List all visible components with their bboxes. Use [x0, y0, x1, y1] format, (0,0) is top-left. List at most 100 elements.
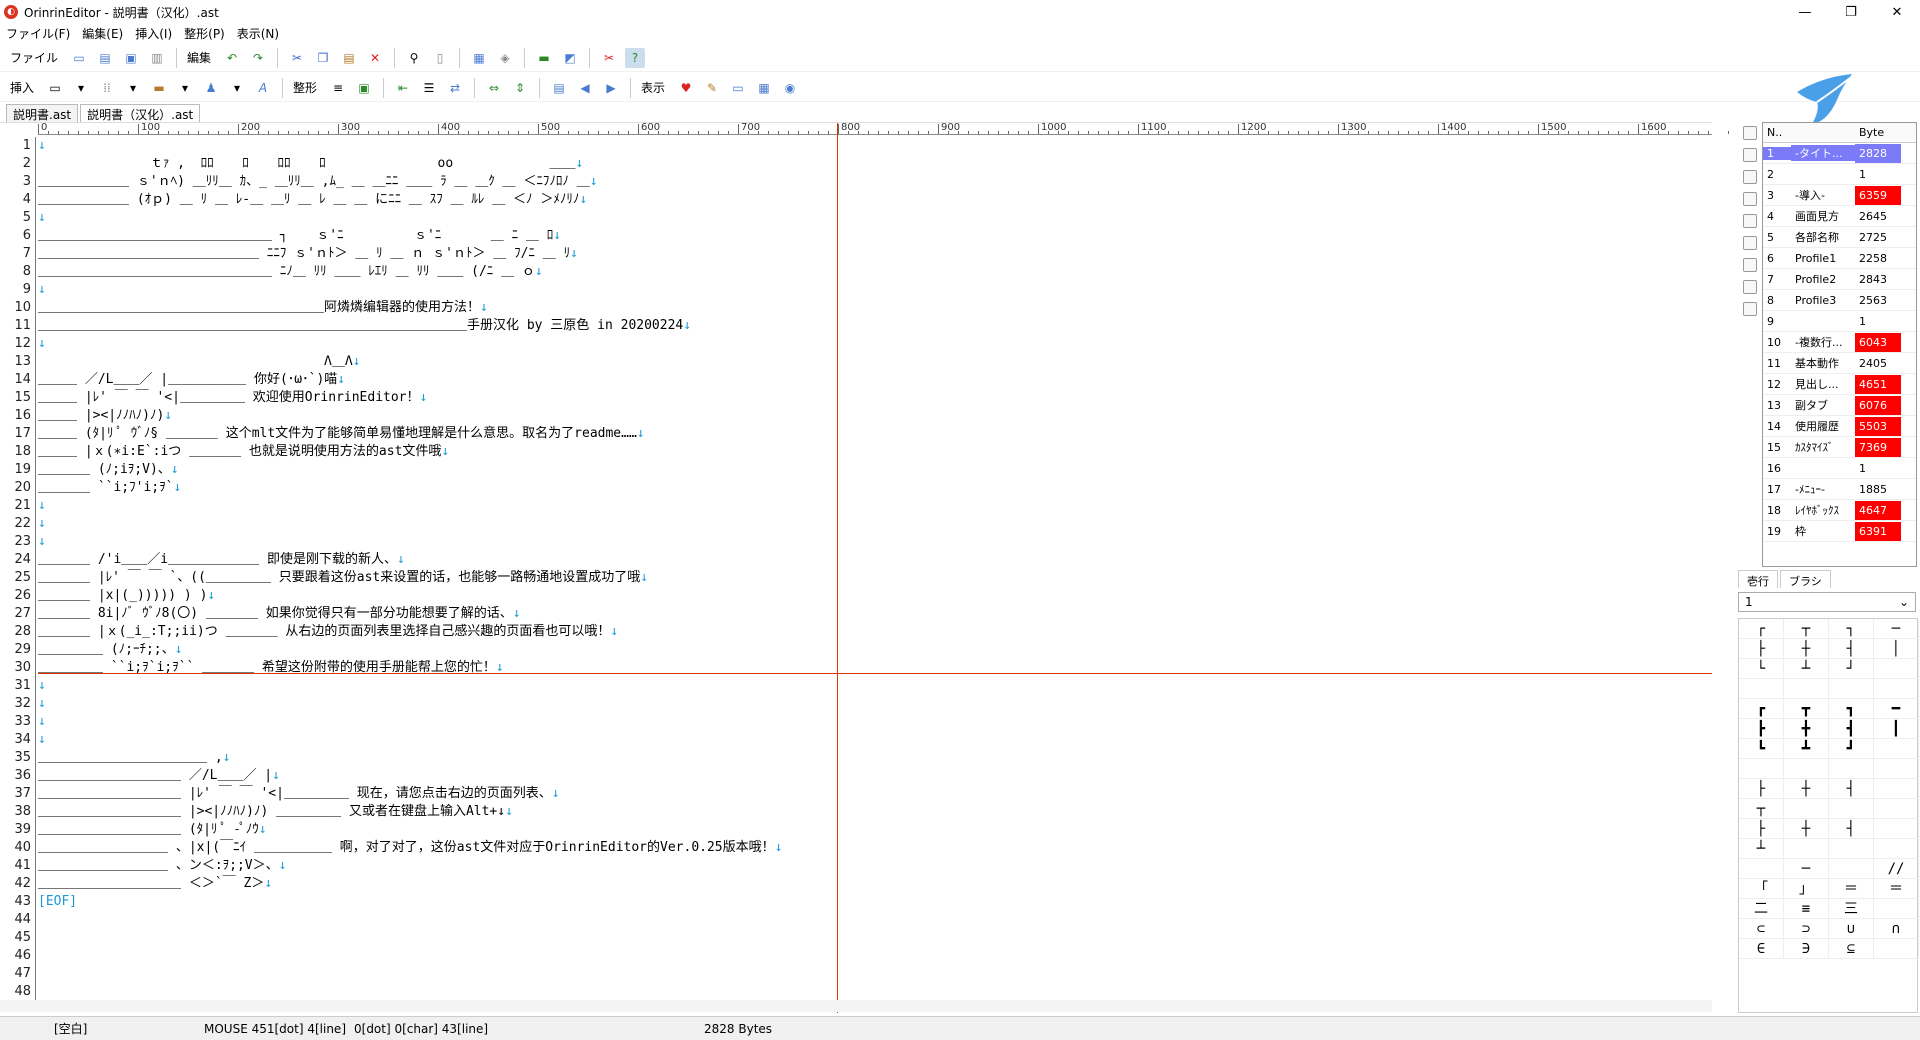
palette-cell[interactable]	[1739, 759, 1784, 779]
text-line[interactable]: ＿＿＿＿＿＿＿＿＿＿＿ (ﾀ|ﾘ ﾟ -ﾟﾉｳ↓	[38, 821, 1712, 839]
palette-cell[interactable]: ┼	[1784, 779, 1829, 799]
add-page-icon[interactable]	[1743, 148, 1757, 162]
palette-cell[interactable]	[1829, 759, 1874, 779]
dropdown-icon[interactable]: ▾	[123, 78, 143, 98]
insert-grid-icon[interactable]: ⁞⁞	[97, 78, 117, 98]
palette-cell[interactable]: ⊃	[1784, 919, 1829, 939]
palette-cell[interactable]: ┳	[1784, 699, 1829, 719]
palette-cell[interactable]: ┓	[1829, 699, 1874, 719]
new-file-icon[interactable]: ▭	[69, 48, 89, 68]
copy-page-icon[interactable]	[1743, 170, 1757, 184]
text-line[interactable]: ↓	[38, 713, 1712, 731]
palette-cell[interactable]: ┼	[1784, 819, 1829, 839]
menu-view[interactable]: 表示(N)	[237, 25, 279, 42]
arrows-horizontal-icon[interactable]: ⇔	[484, 78, 504, 98]
palette-cell[interactable]: ⊂	[1739, 919, 1784, 939]
palette-cell[interactable]: ┌	[1739, 619, 1784, 639]
palette-cell[interactable]	[1874, 779, 1919, 799]
refresh-icon[interactable]	[1743, 302, 1757, 316]
palette-cell[interactable]: ┣	[1739, 719, 1784, 739]
palette-cell[interactable]: ─	[1784, 859, 1829, 879]
palette-cell[interactable]: 二	[1739, 899, 1784, 919]
tab-readme[interactable]: 説明書.ast	[6, 104, 79, 122]
text-line[interactable]: ↓	[38, 677, 1712, 695]
palette-cell[interactable]	[1739, 859, 1784, 879]
page-list-row[interactable]: 6 Profile1 2258	[1763, 248, 1916, 269]
text-line[interactable]: ＿＿＿ |><|ﾉﾉﾊﾉ)ﾉ)↓	[38, 407, 1712, 425]
palette-cell[interactable]: ┛	[1829, 739, 1874, 759]
dropdown-icon[interactable]: ▾	[227, 78, 247, 98]
text-line[interactable]: ＿＿＿＿ |ﾚ' ￣ ￣ `、((＿＿＿＿＿ 只要跟着这份ast来设置的话，也能…	[38, 569, 1712, 587]
page-list-row[interactable]: 4 画面見方 2645	[1763, 206, 1916, 227]
palette-cell[interactable]	[1874, 939, 1919, 959]
eye-icon[interactable]: ◉	[780, 78, 800, 98]
text-line[interactable]: ＿＿＿＿ (ﾉ;iｦ;V)、↓	[38, 461, 1712, 479]
delete-page-icon[interactable]	[1743, 192, 1757, 206]
palette-cell[interactable]: 」	[1784, 879, 1829, 899]
text-line[interactable]: ＿＿＿＿＿＿＿＿＿＿ 、ン＜:ｦ;;V＞、↓	[38, 857, 1712, 875]
find-icon[interactable]: ⚲	[404, 48, 424, 68]
menu-edit[interactable]: 編集(E)	[82, 25, 123, 42]
text-line[interactable]: ＿＿＿ |ﾚ' ￣ ￣ '<|＿＿＿＿＿ 欢迎使用OrinrinEditor！↓	[38, 389, 1712, 407]
palette-cell[interactable]: ┬	[1739, 799, 1784, 819]
page-list-row[interactable]: 12 見出し... 4651	[1763, 374, 1916, 395]
rename-page-icon[interactable]	[1743, 280, 1757, 294]
new-page-icon[interactable]	[1743, 126, 1757, 140]
palette-cell[interactable]	[1874, 759, 1919, 779]
palette-cell[interactable]	[1874, 819, 1919, 839]
heart-icon[interactable]: ♥	[676, 78, 696, 98]
palette-cell[interactable]: 「	[1739, 879, 1784, 899]
palette-cell[interactable]	[1874, 739, 1919, 759]
text-line[interactable]: ＿＿＿＿ |x|(_))))) ) )↓	[38, 587, 1712, 605]
help-icon[interactable]: ?	[625, 47, 646, 68]
text-line[interactable]: ＿＿＿＿＿＿＿＿＿＿＿ ／/L＿＿／ |↓	[38, 767, 1712, 785]
palette-cell[interactable]: ├	[1739, 819, 1784, 839]
table-icon[interactable]: ▦	[754, 78, 774, 98]
text-line[interactable]: ＿＿＿＿＿＿＿＿＿＿＿ |ﾚ' ￣ ￣ '<|＿＿＿＿＿ 现在，请您点击右边的页…	[38, 785, 1712, 803]
text-line[interactable]: ↓	[38, 515, 1712, 533]
text-line[interactable]: Λ＿Λ↓	[38, 353, 1712, 371]
palette-cell[interactable]: ├	[1739, 639, 1784, 659]
move-page-icon[interactable]	[1743, 236, 1757, 250]
palette-cell[interactable]	[1874, 839, 1919, 859]
dropdown-icon[interactable]: ▾	[71, 78, 91, 98]
document-icon[interactable]: ▯	[430, 48, 450, 68]
print-icon[interactable]: ▥	[147, 48, 167, 68]
circle-right-icon[interactable]: ▶	[601, 78, 621, 98]
palette-cell[interactable]: ┐	[1829, 619, 1874, 639]
text-line[interactable]: ＿＿＿＿＿＿＿＿＿＿＿ |><|ﾉﾉﾊﾉ)ﾉ) ＿＿＿＿＿ 又或者在键盘上输入A…	[38, 803, 1712, 821]
text-line[interactable]: ＿＿＿＿＿＿＿＿＿＿＿＿＿＿＿＿＿＿ ┐ ｓ'ﾆ ｓ'ﾆ ＿ ﾆ ＿ ﾛ↓	[38, 227, 1712, 245]
editor-area[interactable]: 0 100 200 300 400 500 600 700 800 900 1000 1100 1200…	[0, 122, 1729, 1013]
duplicate-page-icon[interactable]	[1743, 214, 1757, 228]
palette-cell[interactable]: ╋	[1784, 719, 1829, 739]
menu-format[interactable]: 整形(P)	[184, 25, 225, 42]
palette-cell[interactable]: ━	[1874, 699, 1919, 719]
page-list-row[interactable]: 14 使用履歴 5503	[1763, 416, 1916, 437]
align-box-icon[interactable]: ▣	[354, 78, 374, 98]
text-line[interactable]: ＿＿＿ (ﾀ|ﾘ ﾟ ｳﾞﾉ§ ＿＿＿＿ 这个mlt文件为了能够简单易懂地理解是…	[38, 425, 1712, 443]
text-line[interactable]: ＿＿＿＿＿ (ﾉ;ｰﾁ;;、↓	[38, 641, 1712, 659]
layer-icon[interactable]: ▬	[534, 48, 554, 68]
text-line[interactable]: ↓	[38, 695, 1712, 713]
palette-cell[interactable]	[1874, 659, 1919, 679]
minimize-button[interactable]: —	[1782, 0, 1828, 24]
page-list-row[interactable]: 7 Profile2 2843	[1763, 269, 1916, 290]
text-lines[interactable]: ↓ ｔｧ , ﾛﾛ ﾛ ﾛﾛ ﾛ oo ＿＿↓ ＿＿＿＿＿＿＿ ｓ'ｎﾍ) ＿ﾘﾘ…	[38, 137, 1712, 1007]
palette-cell[interactable]	[1874, 899, 1919, 919]
page-list-row[interactable]: 16 1	[1763, 458, 1916, 479]
palette-cell[interactable]: ┼	[1784, 639, 1829, 659]
text-line[interactable]: ＿＿＿＿＿＿＿＿＿＿＿ ＜＞`￣ Z＞↓	[38, 875, 1712, 893]
palette-cell[interactable]	[1829, 839, 1874, 859]
text-line[interactable]: ＿＿＿＿＿＿＿＿＿＿＿＿＿＿＿＿＿＿ ﾆﾉ＿ ﾘﾘ ＿＿ ﾚｴﾘ ＿ ﾘﾘ ＿＿…	[38, 263, 1712, 281]
delete-icon[interactable]: ✕	[365, 48, 385, 68]
palette-cell[interactable]: ┻	[1784, 739, 1829, 759]
swap-icon[interactable]: ⇄	[445, 78, 465, 98]
menu-file[interactable]: ファイル(F)	[6, 25, 70, 42]
palette-cell[interactable]	[1784, 679, 1829, 699]
text-line[interactable]: ↓	[38, 209, 1712, 227]
text-line[interactable]: ＿＿＿＿＿ ``i;ｦ`i;ｦ`` ＿＿＿＿ 希望这份附带的使用手册能帮上您的忙…	[38, 659, 1712, 677]
palette-cell[interactable]	[1784, 799, 1829, 819]
palette-cell[interactable]: ＝	[1829, 879, 1874, 899]
palette-cell[interactable]	[1784, 759, 1829, 779]
page-list-row[interactable]: 8 Profile3 2563	[1763, 290, 1916, 311]
